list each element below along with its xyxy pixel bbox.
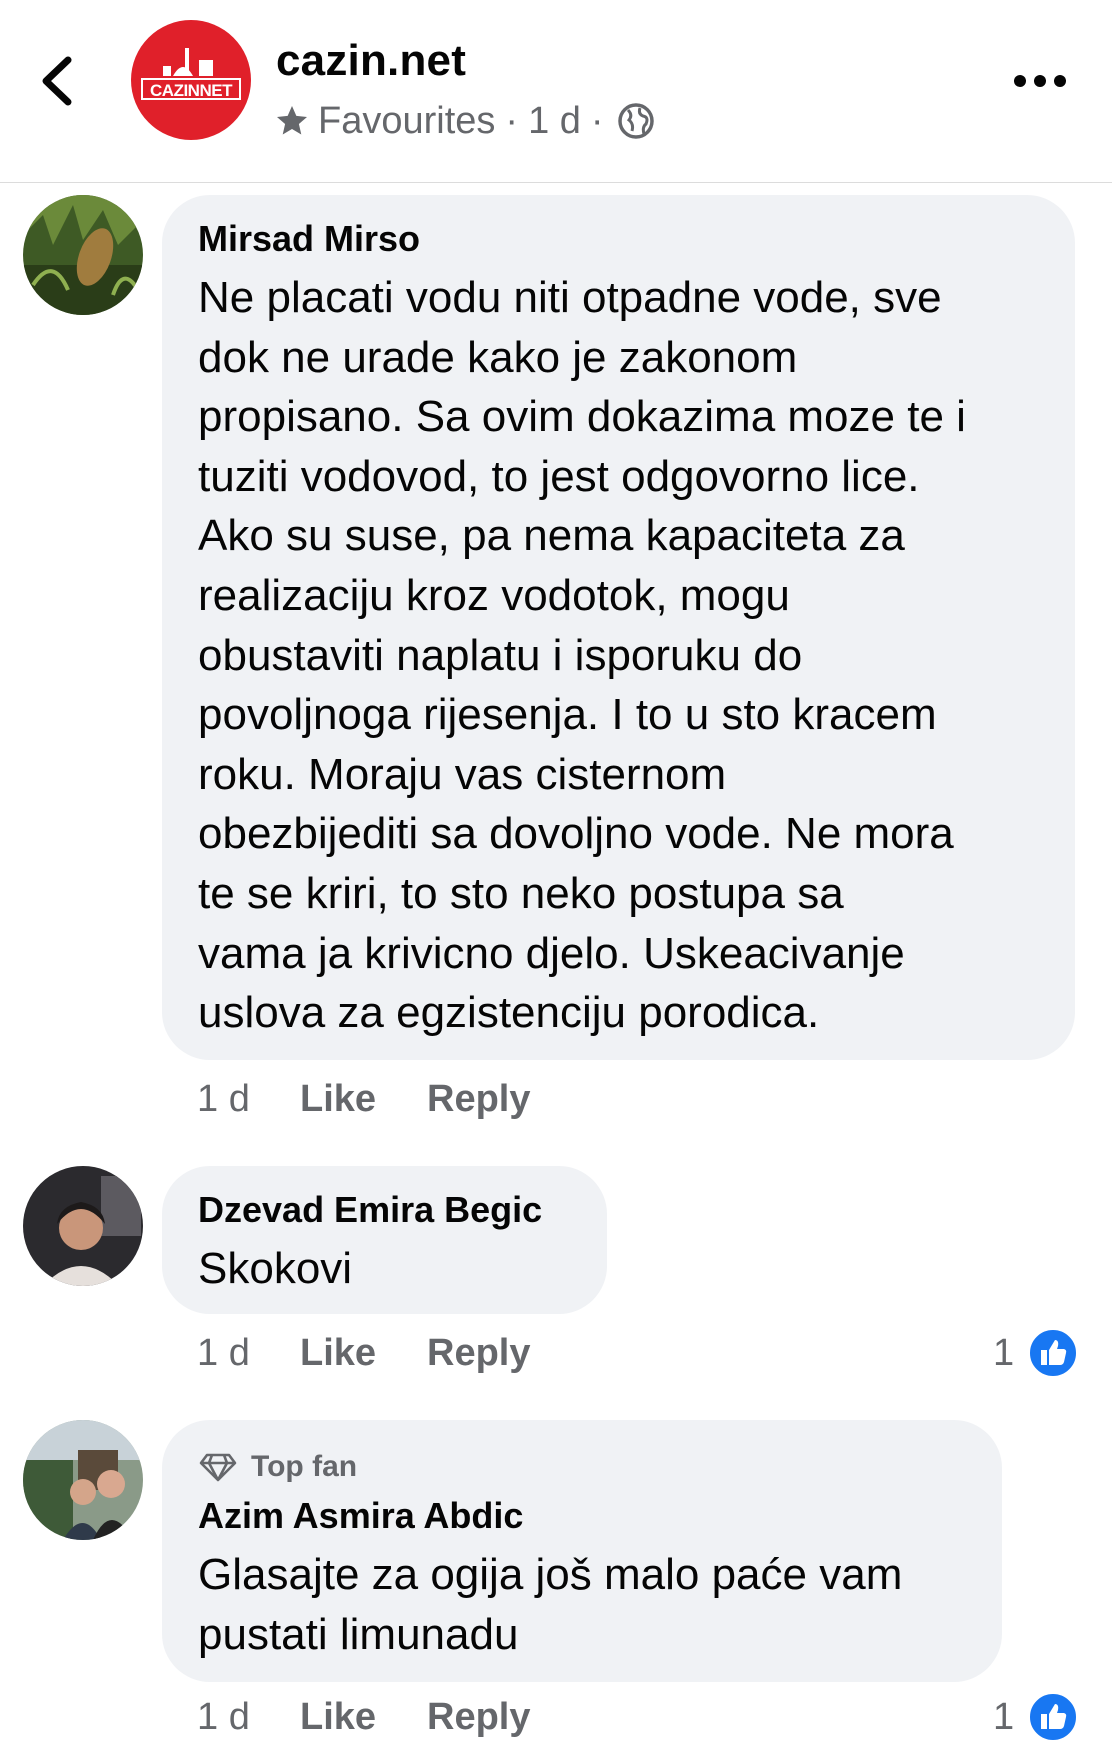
star-icon — [277, 106, 307, 135]
post-header: CAZINNET cazin.net Favourites · 1 d · — [0, 0, 1112, 183]
like-button[interactable]: Like — [300, 1332, 427, 1375]
thumbs-up-icon — [1028, 1328, 1079, 1378]
page-avatar[interactable]: CAZINNET — [131, 20, 251, 140]
diamond-icon — [199, 1453, 237, 1482]
reply-button[interactable]: Reply — [427, 1332, 530, 1375]
comment-author[interactable]: Azim Asmira Abdic — [198, 1495, 523, 1537]
comment-time[interactable]: 1 d — [197, 1332, 300, 1375]
more-options-icon[interactable] — [1012, 66, 1068, 96]
reaction-count: 1 — [993, 1331, 1015, 1374]
avatar[interactable] — [23, 195, 143, 315]
post-time[interactable]: 1 d — [528, 100, 581, 143]
avatar[interactable] — [23, 1166, 143, 1286]
mosque-skyline-icon — [163, 48, 213, 76]
globe-icon — [617, 103, 654, 139]
comment-time[interactable]: 1 d — [197, 1696, 300, 1739]
separator-dot: · — [505, 99, 519, 142]
top-fan-badge: Top fan — [199, 1445, 357, 1489]
comment-actions: 1 d Like Reply — [197, 1328, 530, 1378]
logo-text: CAZINNET — [141, 78, 241, 100]
separator-dot: · — [590, 99, 604, 142]
comment-actions: 1 d Like Reply — [197, 1692, 530, 1742]
like-button[interactable]: Like — [300, 1696, 427, 1739]
page-name[interactable]: cazin.net — [276, 36, 466, 86]
comment-text: Ne placati vodu niti otpadne vode, sve d… — [198, 273, 966, 1038]
reaction-summary[interactable]: 1 — [993, 1692, 1079, 1742]
avatar[interactable] — [23, 1420, 143, 1540]
comment-text: Skokovi — [198, 1244, 353, 1293]
comment-author[interactable]: Mirsad Mirso — [198, 218, 420, 260]
comment-time[interactable]: 1 d — [197, 1078, 300, 1121]
avatar-image — [23, 195, 143, 315]
comment-actions: 1 d Like Reply — [197, 1074, 530, 1124]
comment-text: Glasajte za ogija još malo paće vam pust… — [198, 1550, 903, 1659]
avatar-image — [23, 1166, 143, 1286]
post-meta: Favourites · 1 d · — [274, 96, 656, 146]
avatar-image — [23, 1420, 143, 1540]
reaction-summary[interactable]: 1 — [993, 1328, 1079, 1378]
like-button[interactable]: Like — [300, 1078, 427, 1121]
reaction-count: 1 — [993, 1695, 1015, 1738]
top-fan-label: Top fan — [251, 1450, 358, 1483]
back-arrow-icon[interactable] — [34, 50, 84, 110]
thumbs-up-icon — [1028, 1692, 1079, 1742]
reply-button[interactable]: Reply — [427, 1078, 530, 1121]
reply-button[interactable]: Reply — [427, 1696, 530, 1739]
comment-author[interactable]: Dzevad Emira Begic — [198, 1189, 542, 1231]
favourites-label: Favourites — [318, 99, 496, 142]
